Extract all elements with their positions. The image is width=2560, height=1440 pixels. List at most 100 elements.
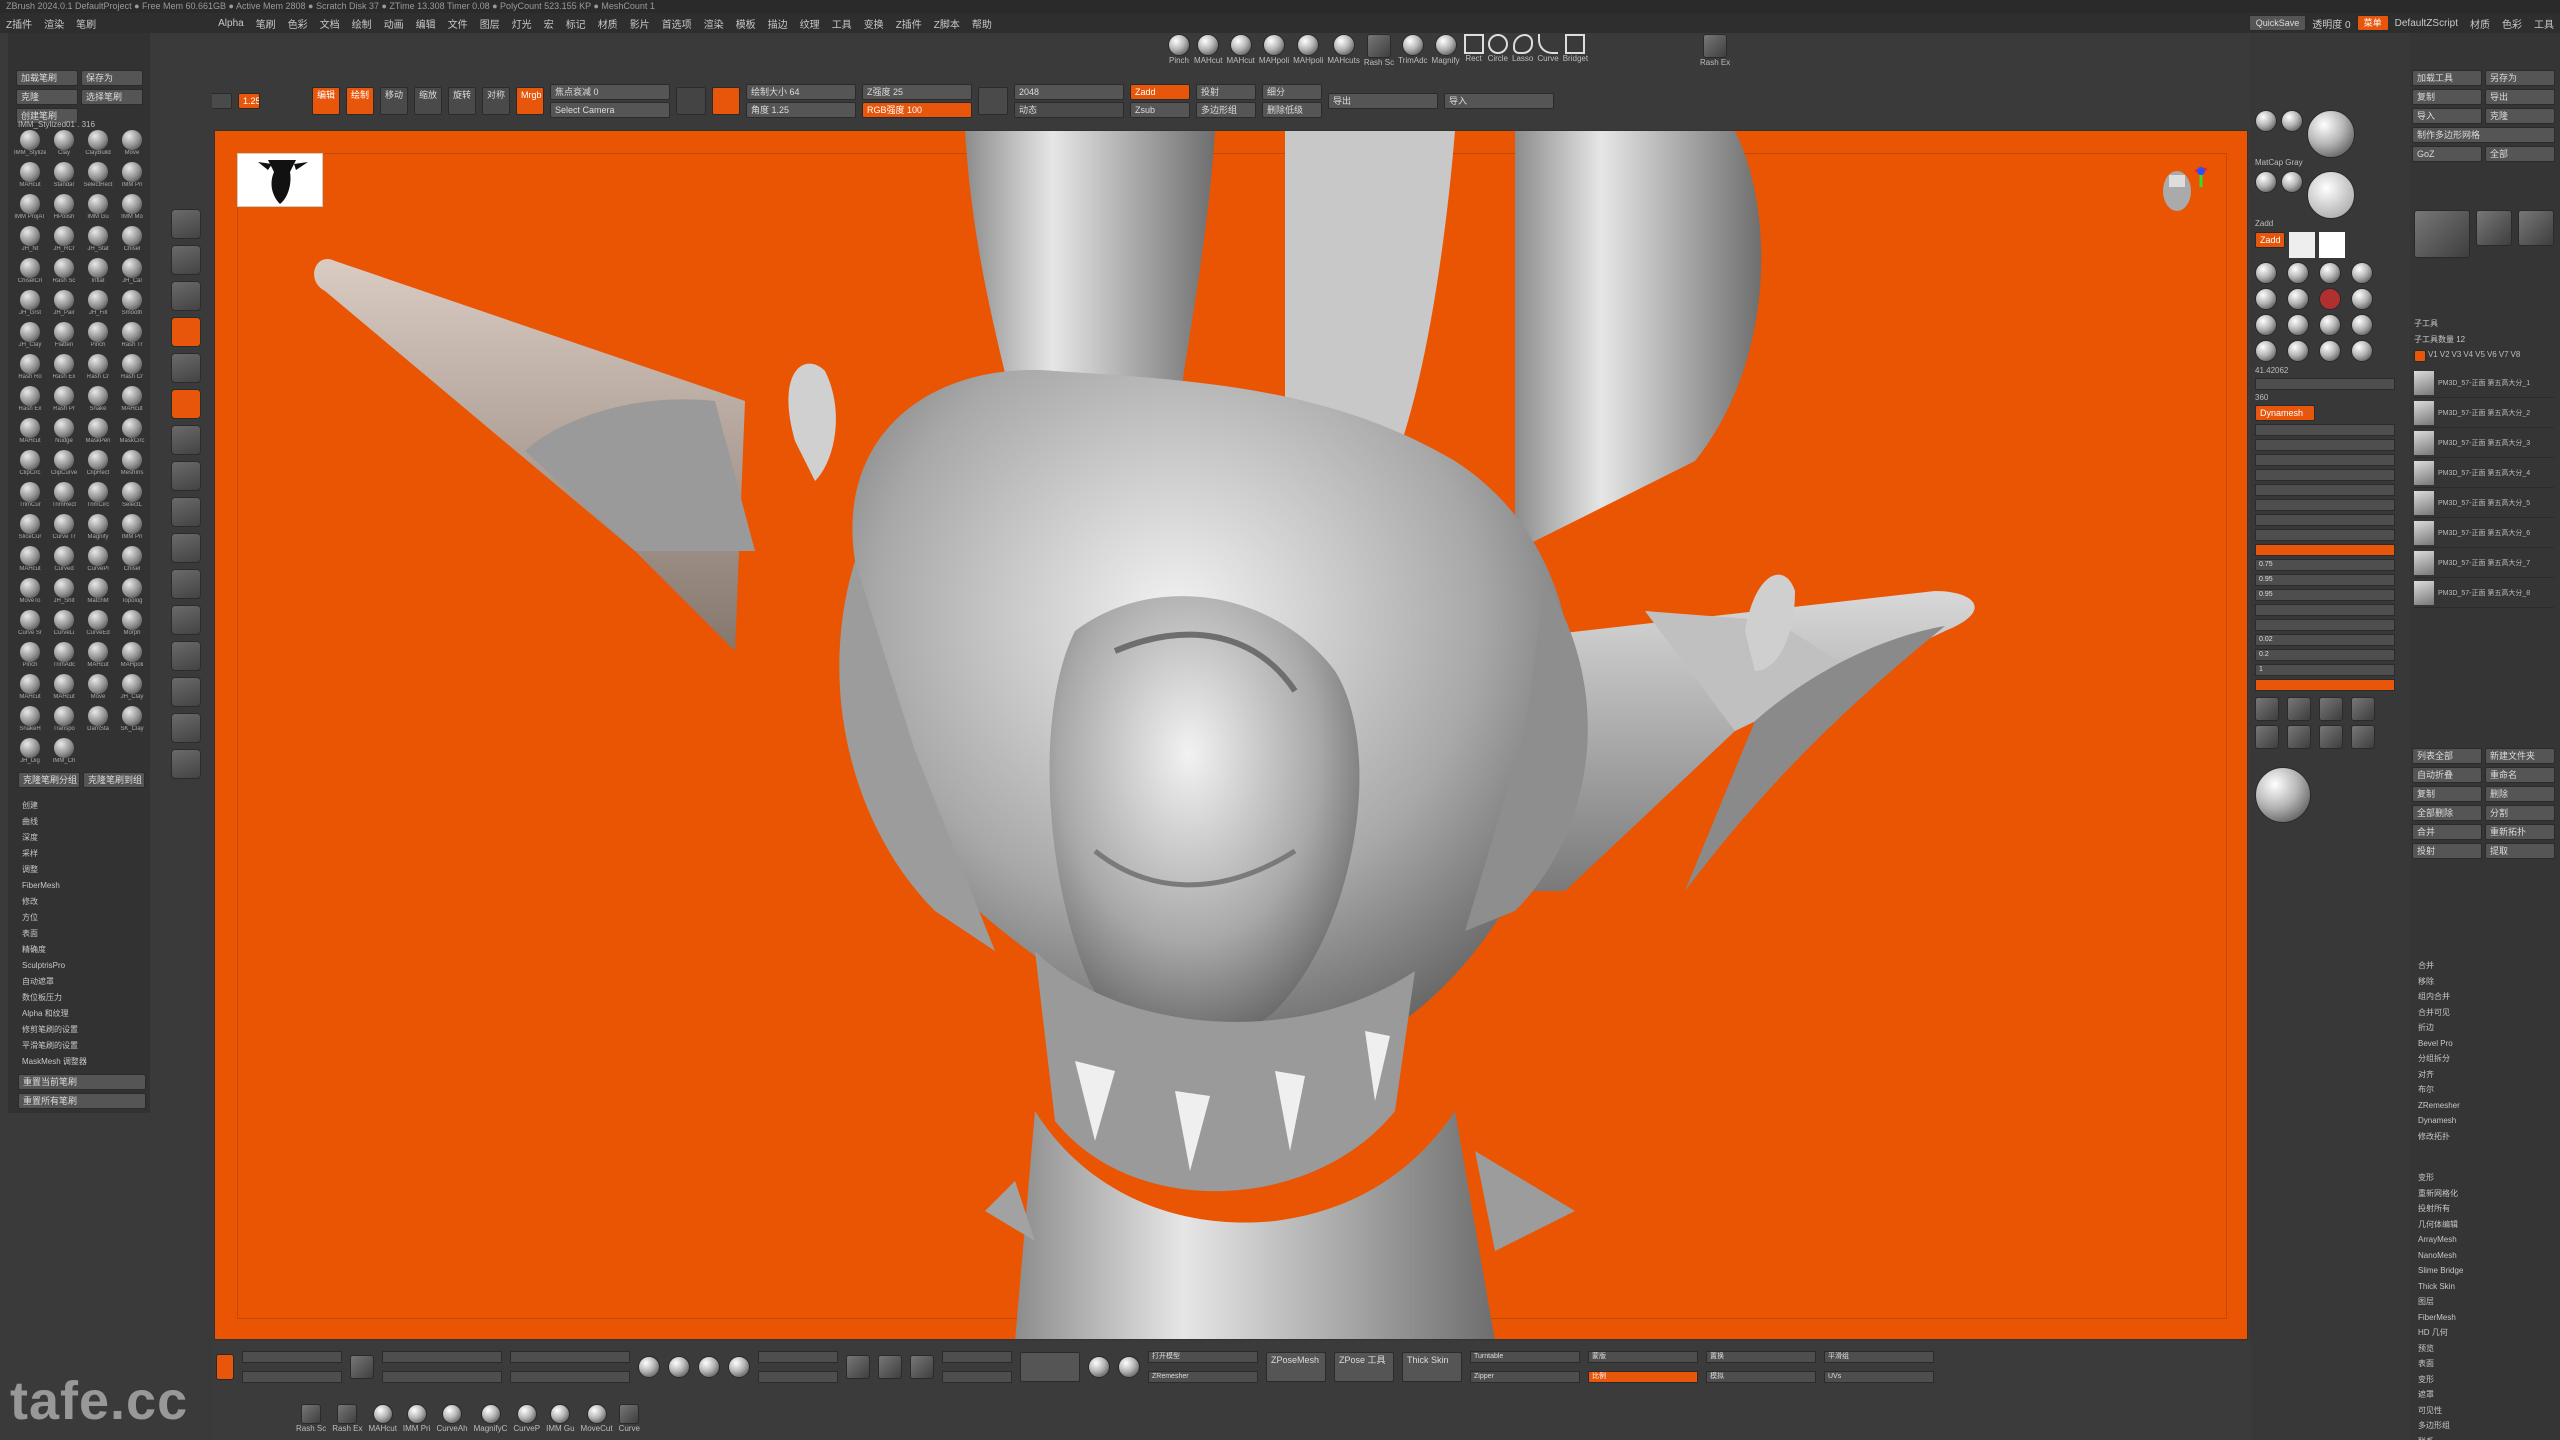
brush-tile[interactable]: Rash Cr [116,354,148,384]
material-sphere[interactable] [2255,110,2277,132]
menu-item[interactable]: 帮助 [966,16,998,31]
brush-tile[interactable]: MaskPen [82,418,114,448]
morph-sphere[interactable] [1088,1356,1110,1378]
brush-tile[interactable]: MaskCirc [116,418,148,448]
menu-item[interactable]: 动画 [378,16,410,31]
menu-item[interactable]: 笔刷 [250,16,282,31]
menu-item[interactable]: 描边 [762,16,794,31]
tray-icon-active[interactable] [171,389,201,419]
tool-menu-item[interactable]: HD 几何 [2418,1325,2463,1341]
brush-tile[interactable]: Topolog [116,578,148,608]
delete-all-button[interactable]: 全部删除 [2412,805,2482,821]
bottom-button[interactable] [1020,1352,1080,1382]
menu-item[interactable]: 变换 [858,16,890,31]
brush-setting-item[interactable]: FiberMesh [22,878,152,894]
menu-item[interactable]: 纹理 [794,16,826,31]
brush-tile[interactable]: Pinch [14,642,46,672]
brush-tile[interactable]: Smooth [116,290,148,320]
brush-tile[interactable]: Nudge [48,418,80,448]
brush-setting-item[interactable]: 方位 [22,910,152,926]
top-brush[interactable]: Pinch [1168,34,1190,65]
brush-tile[interactable]: Rash Ex [14,386,46,416]
brush-setting-item[interactable]: 数位板压力 [22,990,152,1006]
tray-icon[interactable] [171,533,201,563]
smooth-group-slider[interactable]: 平滑组 [1824,1351,1934,1363]
brush-tile[interactable]: IMM Pri [116,162,148,192]
rash-ex-brush[interactable]: Rash Ex [1700,34,1730,67]
brush-tile[interactable]: ClipCurve [48,450,80,480]
edit-button[interactable]: 编辑 [312,87,340,115]
dynamesh-button[interactable]: Dynamesh [2255,405,2315,421]
divide-button[interactable]: 细分 [1262,84,1322,100]
right-tab-color[interactable]: 色彩 [2496,16,2528,31]
brush-setting-item[interactable]: 精确度 [22,942,152,958]
delete-lower-button[interactable]: 删除低级 [1262,102,1322,118]
zadd-button[interactable]: Zadd [1130,84,1190,100]
brush-tile[interactable]: Flatten [48,322,80,352]
subtool-action-item[interactable]: Bevel Pro [2418,1036,2460,1052]
brush-sphere[interactable] [2287,288,2309,310]
menu-item[interactable]: Z插件 [890,16,928,31]
clone-button[interactable]: 克隆 [16,89,78,105]
navigation-gizmo[interactable] [2155,157,2215,223]
subtool-row[interactable]: PM3D_57-正面 第五高大分_5 [2414,488,2554,518]
brush-sphere[interactable] [2351,262,2373,284]
merge-button[interactable]: 合并 [2412,824,2482,840]
setting-slider[interactable] [2255,484,2395,496]
tool-menu-item[interactable]: FiberMesh [2418,1310,2463,1326]
material-preview[interactable] [2307,171,2355,219]
tool-menu-item[interactable]: 联系 [2418,1434,2463,1440]
bottom-sphere[interactable] [638,1356,660,1378]
auto-collapse-button[interactable]: 自动折叠 [2412,767,2482,783]
right-tab-material[interactable]: 材质 [2464,16,2496,31]
sym-button[interactable]: 对称 [482,87,510,115]
trim-icon[interactable] [2287,725,2311,749]
color-swatch-white[interactable] [2319,232,2345,258]
subtool-tab[interactable]: V1 [2428,350,2438,362]
thick-skin-button[interactable]: Thick Skin [1402,1352,1462,1382]
split-button[interactable]: 分割 [2485,805,2555,821]
transparency-label[interactable]: 透明度 0 [2306,16,2356,31]
brush-tile[interactable]: IMM_Ch [48,738,80,768]
uv-slider[interactable]: UVs [1824,1371,1934,1383]
brush-tile[interactable]: SelectRect [82,162,114,192]
tool-thumbnail[interactable] [2518,210,2554,246]
brush-setting-item[interactable]: 创建 [22,798,152,814]
make-polymesh-button[interactable]: 制作多边形网格 [2412,127,2555,143]
brush-tile[interactable]: JH_Grst [14,290,46,320]
brush-tile[interactable]: MAHcut [14,418,46,448]
brush-tile[interactable]: Snake [82,386,114,416]
tool-menu-item[interactable]: Slime Bridge [2418,1263,2463,1279]
bottom-tool-icon[interactable] [878,1355,902,1379]
reset-all-brushes-button[interactable]: 重置所有笔刷 [18,1093,146,1109]
select-brush-button[interactable]: 选择笔刷 [81,89,143,105]
tool-menu-item[interactable]: 图层 [2418,1294,2463,1310]
project-button[interactable]: 投射 [2412,843,2482,859]
reset-current-brush-button[interactable]: 重置当前笔刷 [18,1074,146,1090]
tool-thumbnail[interactable] [2414,210,2470,258]
bottom-sphere[interactable] [698,1356,720,1378]
tool-menu-item[interactable]: 变形 [2418,1372,2463,1388]
subtool-tab[interactable]: V7 [2499,350,2509,362]
tool-menu-item[interactable]: 几何体编辑 [2418,1217,2463,1233]
bottom-tool-icon[interactable] [846,1355,870,1379]
setting-slider[interactable] [2255,454,2395,466]
subtool-action-item[interactable]: Dynamesh [2418,1113,2460,1129]
subtool-action-item[interactable]: 移除 [2418,974,2460,990]
subtool-action-item[interactable]: 组内合并 [2418,989,2460,1005]
subtool-row[interactable]: PM3D_57-正面 第五高大分_7 [2414,548,2554,578]
brush-tile[interactable]: TrimRect [48,482,80,512]
export-tool-button[interactable]: 导出 [2485,89,2555,105]
brush-sphere[interactable] [2351,314,2373,336]
top-brush[interactable]: Magnify [1432,34,1460,65]
tool-menu-item[interactable]: 表面 [2418,1356,2463,1372]
menu-item[interactable]: 图层 [474,16,506,31]
polygroup-button[interactable]: 多边形组 [1196,102,1256,118]
tray-icon[interactable] [171,353,201,383]
tray-icon[interactable] [171,281,201,311]
brush-tile[interactable]: ChiselCri [14,258,46,288]
menu-item[interactable]: 色彩 [282,16,314,31]
brush-sphere[interactable] [2319,340,2341,362]
tray-icon[interactable] [171,245,201,275]
bottom-brush[interactable]: Rash Ex [332,1404,362,1433]
